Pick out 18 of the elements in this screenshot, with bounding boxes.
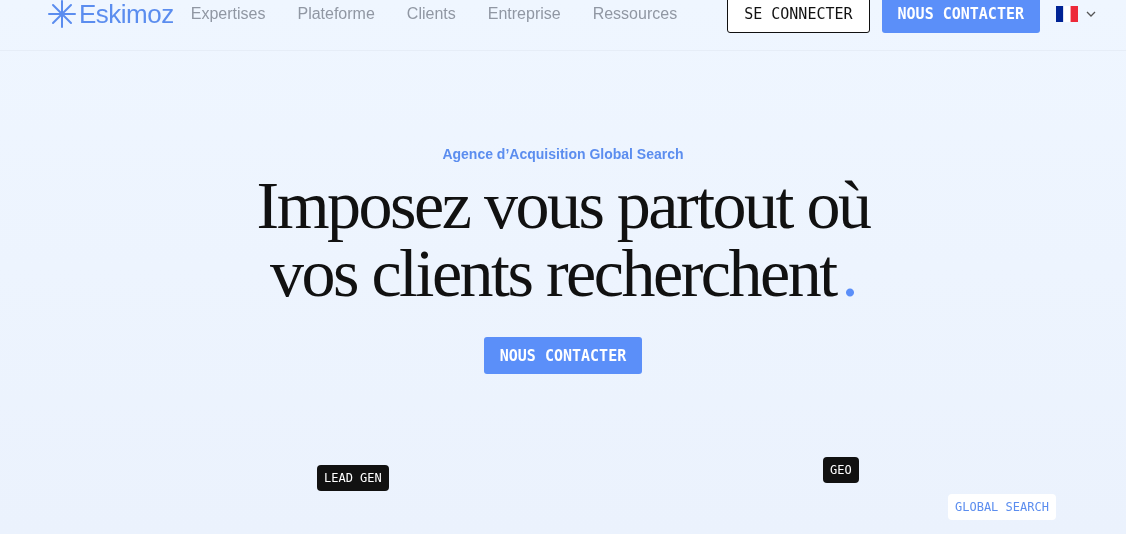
logo-icon <box>48 0 76 28</box>
nav-link[interactable]: Plateforme <box>297 5 375 23</box>
chevron-down-icon <box>1086 11 1096 17</box>
login-button[interactable]: SE CONNECTER <box>727 0 870 33</box>
nav-link[interactable]: Clients <box>406 5 456 23</box>
language-selector[interactable] <box>1056 6 1096 22</box>
nav-link[interactable]: Entreprise <box>487 5 561 23</box>
tag: GEO <box>823 457 859 483</box>
tag: GLOBAL SEARCH <box>948 494 1056 520</box>
nav-link[interactable]: Ressources <box>592 5 678 23</box>
contact-button[interactable]: NOUS CONTACTER <box>483 337 643 374</box>
contact-button[interactable]: NOUS CONTACTER <box>881 0 1040 33</box>
flag-icon <box>1056 6 1078 22</box>
tag: LEAD GEN <box>317 465 389 491</box>
hero-eyebrow: Agence d’Acquisition Global Search <box>442 146 684 162</box>
hero-headline: Imposez vous partout où vos clients recherchent. <box>256 171 870 307</box>
logo-text[interactable]: Eskimoz <box>79 0 174 30</box>
nav-link[interactable]: Expertises <box>190 5 266 23</box>
